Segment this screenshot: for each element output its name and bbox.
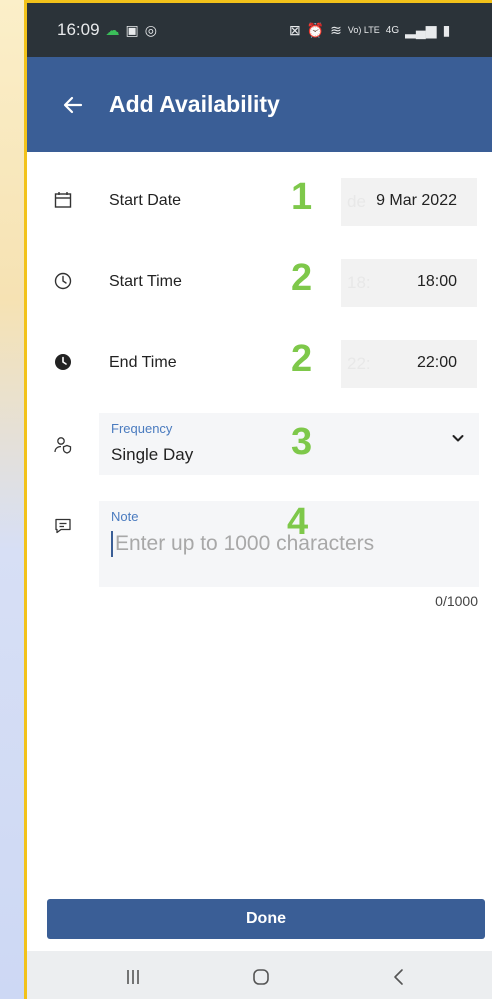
comment-icon bbox=[53, 516, 73, 536]
person-shield-icon bbox=[53, 435, 73, 455]
vibrate-icon: ≋ bbox=[330, 21, 342, 38]
start-time-value: 18:00 bbox=[416, 273, 457, 290]
clock-filled-icon bbox=[53, 352, 73, 372]
gallery-icon: ▣ bbox=[125, 21, 139, 38]
status-time: 16:09 bbox=[57, 20, 100, 39]
end-time-ghost: 22: bbox=[347, 354, 371, 373]
note-input[interactable]: Enter up to 1000 characters bbox=[111, 531, 374, 557]
start-date-ghost: de bbox=[347, 192, 366, 211]
cloud-icon: ☁ bbox=[105, 21, 120, 38]
start-date-row: Start Date 1 de 9 Mar 2022 bbox=[27, 174, 492, 230]
chevron-down-icon bbox=[451, 431, 465, 445]
start-date-label: Start Date bbox=[109, 192, 182, 209]
marker-1: 1 bbox=[291, 176, 313, 218]
frequency-dropdown[interactable]: Frequency Single Day 3 bbox=[99, 413, 479, 475]
status-bar: 16:09 ☁ ▣ ◎ ⊠ ⏰ ≋ Vo) LTE 4G ▂▄▆ ▮ bbox=[27, 3, 492, 57]
home-icon[interactable] bbox=[249, 965, 273, 989]
start-time-field[interactable]: 18: 18:00 bbox=[341, 259, 477, 307]
start-date-field[interactable]: de 9 Mar 2022 bbox=[341, 178, 477, 226]
4g-icon: 4G bbox=[385, 24, 400, 36]
volte-icon: Vo) LTE bbox=[347, 25, 380, 35]
marker-2-end: 2 bbox=[291, 338, 313, 380]
recent-apps-icon[interactable] bbox=[121, 965, 145, 989]
signal-icon: ▂▄▆ bbox=[405, 21, 437, 38]
frequency-value: Single Day bbox=[111, 445, 194, 464]
start-time-row: Start Time 2 18: 18:00 bbox=[27, 255, 492, 311]
clock-outline-icon bbox=[53, 271, 73, 291]
page-title: Add Availability bbox=[109, 91, 280, 117]
done-button[interactable]: Done bbox=[47, 899, 485, 939]
back-nav-icon[interactable] bbox=[387, 965, 411, 989]
end-time-row: End Time 2 22: 22:00 bbox=[27, 336, 492, 392]
frequency-caption: Frequency bbox=[111, 421, 173, 436]
character-counter: 0/1000 bbox=[435, 593, 478, 609]
battery-icon: ▮ bbox=[442, 21, 451, 38]
calendar-icon bbox=[53, 190, 73, 210]
end-time-value: 22:00 bbox=[416, 354, 457, 371]
alarm-icon: ⏰ bbox=[306, 21, 325, 38]
system-nav-bar bbox=[27, 951, 492, 999]
back-arrow-icon[interactable] bbox=[61, 93, 85, 117]
marker-3: 3 bbox=[291, 421, 313, 463]
start-time-label: Start Time bbox=[109, 273, 182, 290]
app-bar: Add Availability bbox=[27, 57, 492, 152]
start-time-ghost: 18: bbox=[347, 273, 371, 292]
end-time-field[interactable]: 22: 22:00 bbox=[341, 340, 477, 388]
instagram-icon: ◎ bbox=[144, 21, 157, 38]
battery-saver-icon: ⊠ bbox=[289, 21, 301, 38]
end-time-label: End Time bbox=[109, 354, 177, 371]
note-field[interactable]: Note 4 Enter up to 1000 characters bbox=[99, 501, 479, 587]
marker-2-start: 2 bbox=[291, 257, 313, 299]
phone-screen: 16:09 ☁ ▣ ◎ ⊠ ⏰ ≋ Vo) LTE 4G ▂▄▆ ▮ Add A… bbox=[24, 0, 492, 999]
note-caption: Note bbox=[111, 509, 139, 524]
start-date-value: 9 Mar 2022 bbox=[376, 192, 457, 209]
